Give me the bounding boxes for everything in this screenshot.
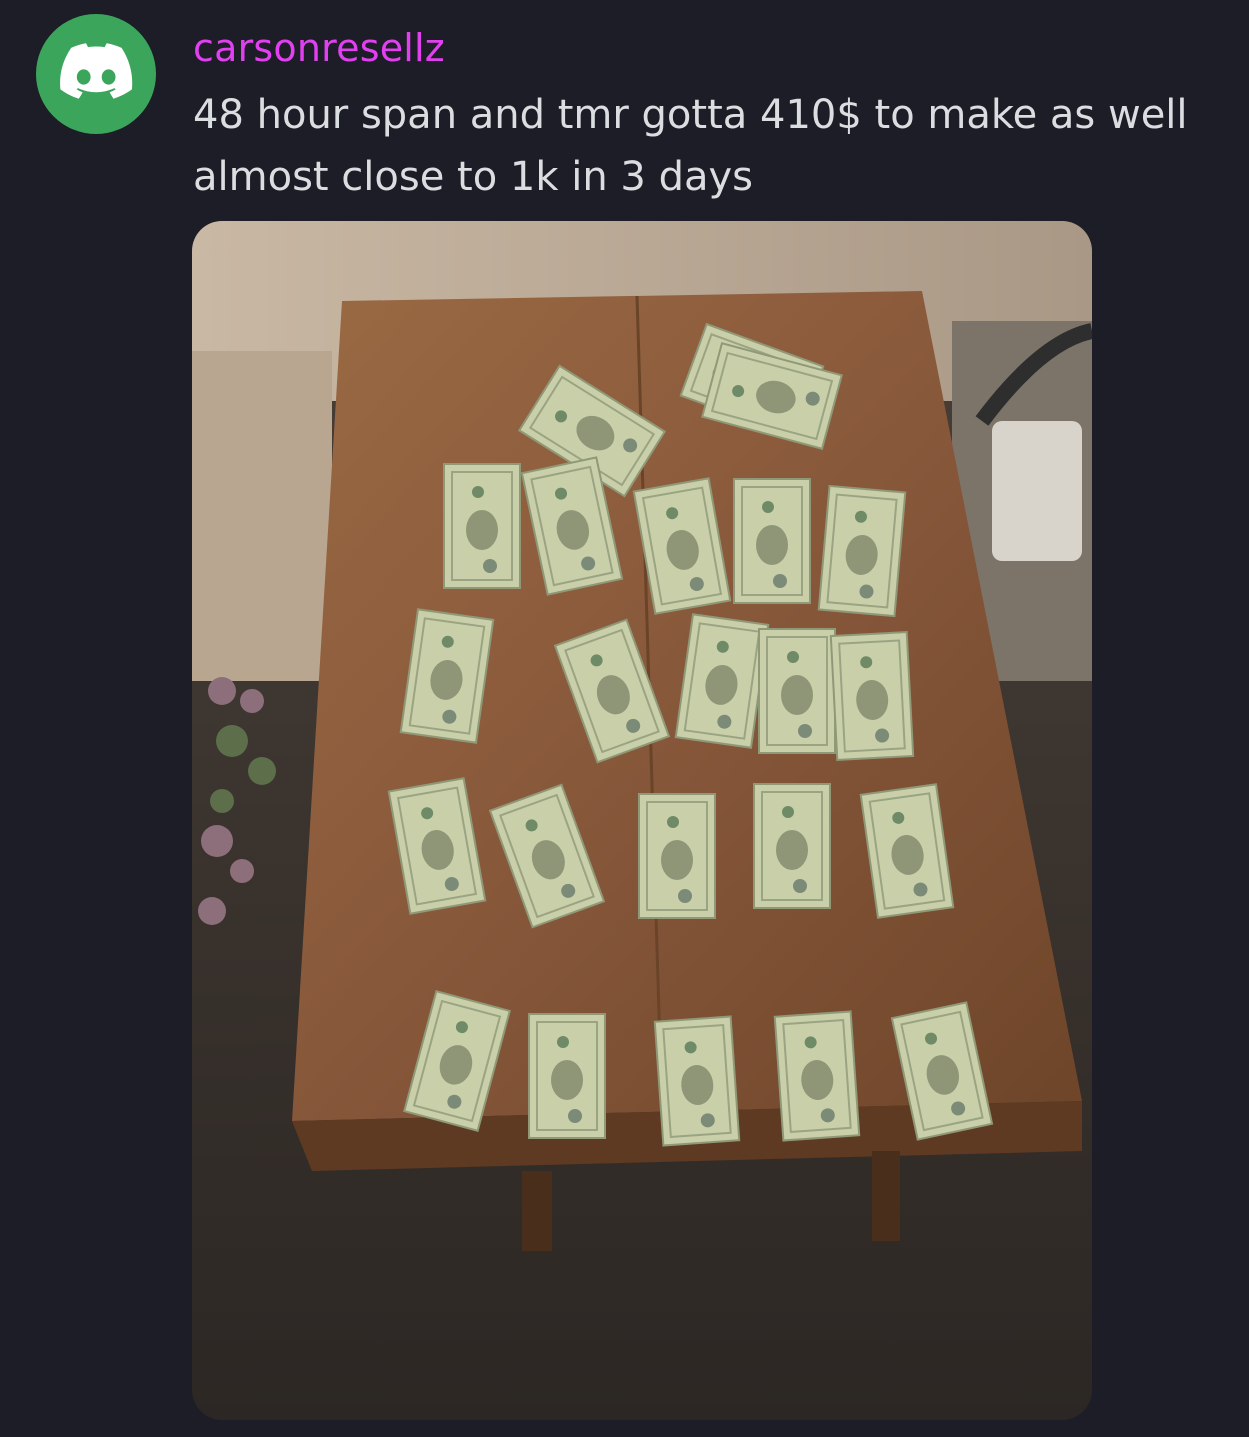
username[interactable]: carsonresellz [193, 24, 445, 72]
image-attachment[interactable] [192, 221, 1092, 1420]
discord-logo-icon [59, 43, 133, 105]
message-line: 48 hour span and tmr gotta 410$ to make … [193, 92, 1188, 138]
user-avatar[interactable] [36, 14, 156, 134]
message-line: almost close to 1k in 3 days [193, 154, 753, 200]
attached-photo [192, 221, 1092, 1420]
message-content: 48 hour span and tmr gotta 410$ to make … [193, 84, 1223, 208]
